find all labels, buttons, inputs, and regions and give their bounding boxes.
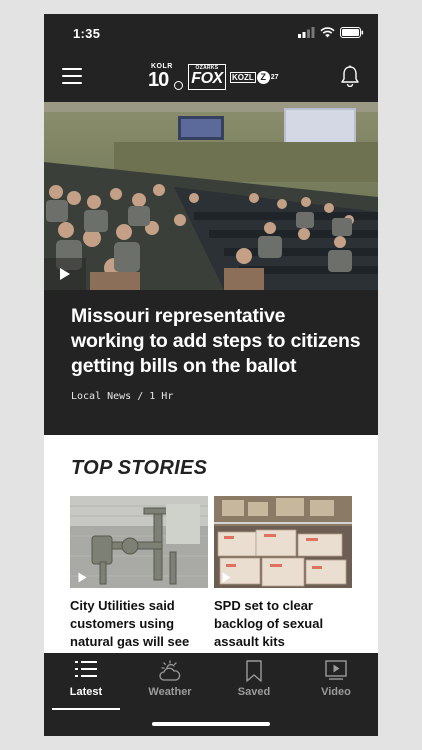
tab-video[interactable]: Video bbox=[294, 653, 378, 709]
battery-icon bbox=[340, 27, 364, 38]
tab-weather[interactable]: Weather bbox=[128, 653, 212, 709]
tab-saved-label: Saved bbox=[237, 686, 271, 698]
story-thumbnail bbox=[70, 496, 208, 588]
play-icon bbox=[60, 268, 70, 280]
tab-latest-label: Latest bbox=[69, 686, 103, 698]
video-icon bbox=[325, 660, 347, 680]
story-headline: SPD set to clear backlog of sexual assau… bbox=[214, 598, 324, 649]
bookmark-icon bbox=[246, 660, 262, 682]
kozl-logo-number: 27 bbox=[270, 73, 279, 81]
status-icons bbox=[298, 27, 364, 38]
signal-icon bbox=[298, 27, 315, 38]
play-icon bbox=[78, 572, 87, 583]
station-logos: KOLR 10 OZARKS FOX KOZL Z 27 bbox=[148, 62, 279, 92]
tab-bar: Latest Weather Saved Video bbox=[44, 653, 378, 736]
bell-icon bbox=[341, 65, 359, 88]
story-thumbnail bbox=[214, 496, 352, 588]
hero-headline[interactable]: Missouri representative working to add s… bbox=[71, 304, 361, 379]
weather-icon bbox=[159, 660, 181, 681]
story-card[interactable]: City Utilities said customers using natu… bbox=[70, 496, 208, 651]
kolr-logo: KOLR 10 bbox=[148, 62, 184, 92]
fox-logo: OZARKS FOX bbox=[188, 64, 226, 90]
notifications-button[interactable] bbox=[340, 65, 360, 88]
top-stories-section: TOP STORIES City Utilities said customer… bbox=[44, 435, 378, 653]
story-headline: City Utilities said customers using natu… bbox=[70, 598, 190, 649]
kozl-logo-z: Z bbox=[256, 70, 270, 84]
wifi-icon bbox=[320, 27, 335, 38]
hero-photo bbox=[44, 102, 378, 290]
top-stories-title: TOP STORIES bbox=[71, 457, 208, 479]
phone-screen: 1:35 KOLR 10 OZARKS FOX KOZL Z 27 Missou… bbox=[44, 14, 378, 736]
status-bar: 1:35 bbox=[44, 14, 378, 52]
tab-saved[interactable]: Saved bbox=[212, 653, 296, 709]
evidence-kits-photo bbox=[214, 496, 352, 588]
list-icon bbox=[75, 661, 97, 677]
story-card[interactable]: SPD set to clear backlog of sexual assau… bbox=[214, 496, 352, 651]
tab-weather-label: Weather bbox=[148, 686, 192, 698]
kolr-logo-number: 10 bbox=[148, 69, 169, 91]
tab-video-label: Video bbox=[321, 686, 351, 698]
gas-meter-photo bbox=[70, 496, 208, 588]
hero-article: Missouri representative working to add s… bbox=[71, 304, 361, 402]
fox-logo-main: FOX bbox=[191, 70, 223, 87]
tab-latest[interactable]: Latest bbox=[44, 653, 128, 710]
play-icon bbox=[222, 572, 231, 583]
menu-button[interactable] bbox=[62, 68, 82, 84]
home-indicator bbox=[152, 722, 270, 726]
status-time: 1:35 bbox=[73, 26, 101, 41]
kozl-logo-text: KOZL bbox=[230, 71, 256, 83]
cbs-eye-icon bbox=[174, 81, 183, 90]
hero-image[interactable] bbox=[44, 102, 378, 290]
app-header: KOLR 10 OZARKS FOX KOZL Z 27 bbox=[44, 52, 378, 102]
kozl-logo: KOZL Z 27 bbox=[230, 70, 279, 84]
hero-meta: Local News / 1 Hr bbox=[71, 391, 174, 402]
hero-play-button[interactable] bbox=[44, 258, 86, 290]
